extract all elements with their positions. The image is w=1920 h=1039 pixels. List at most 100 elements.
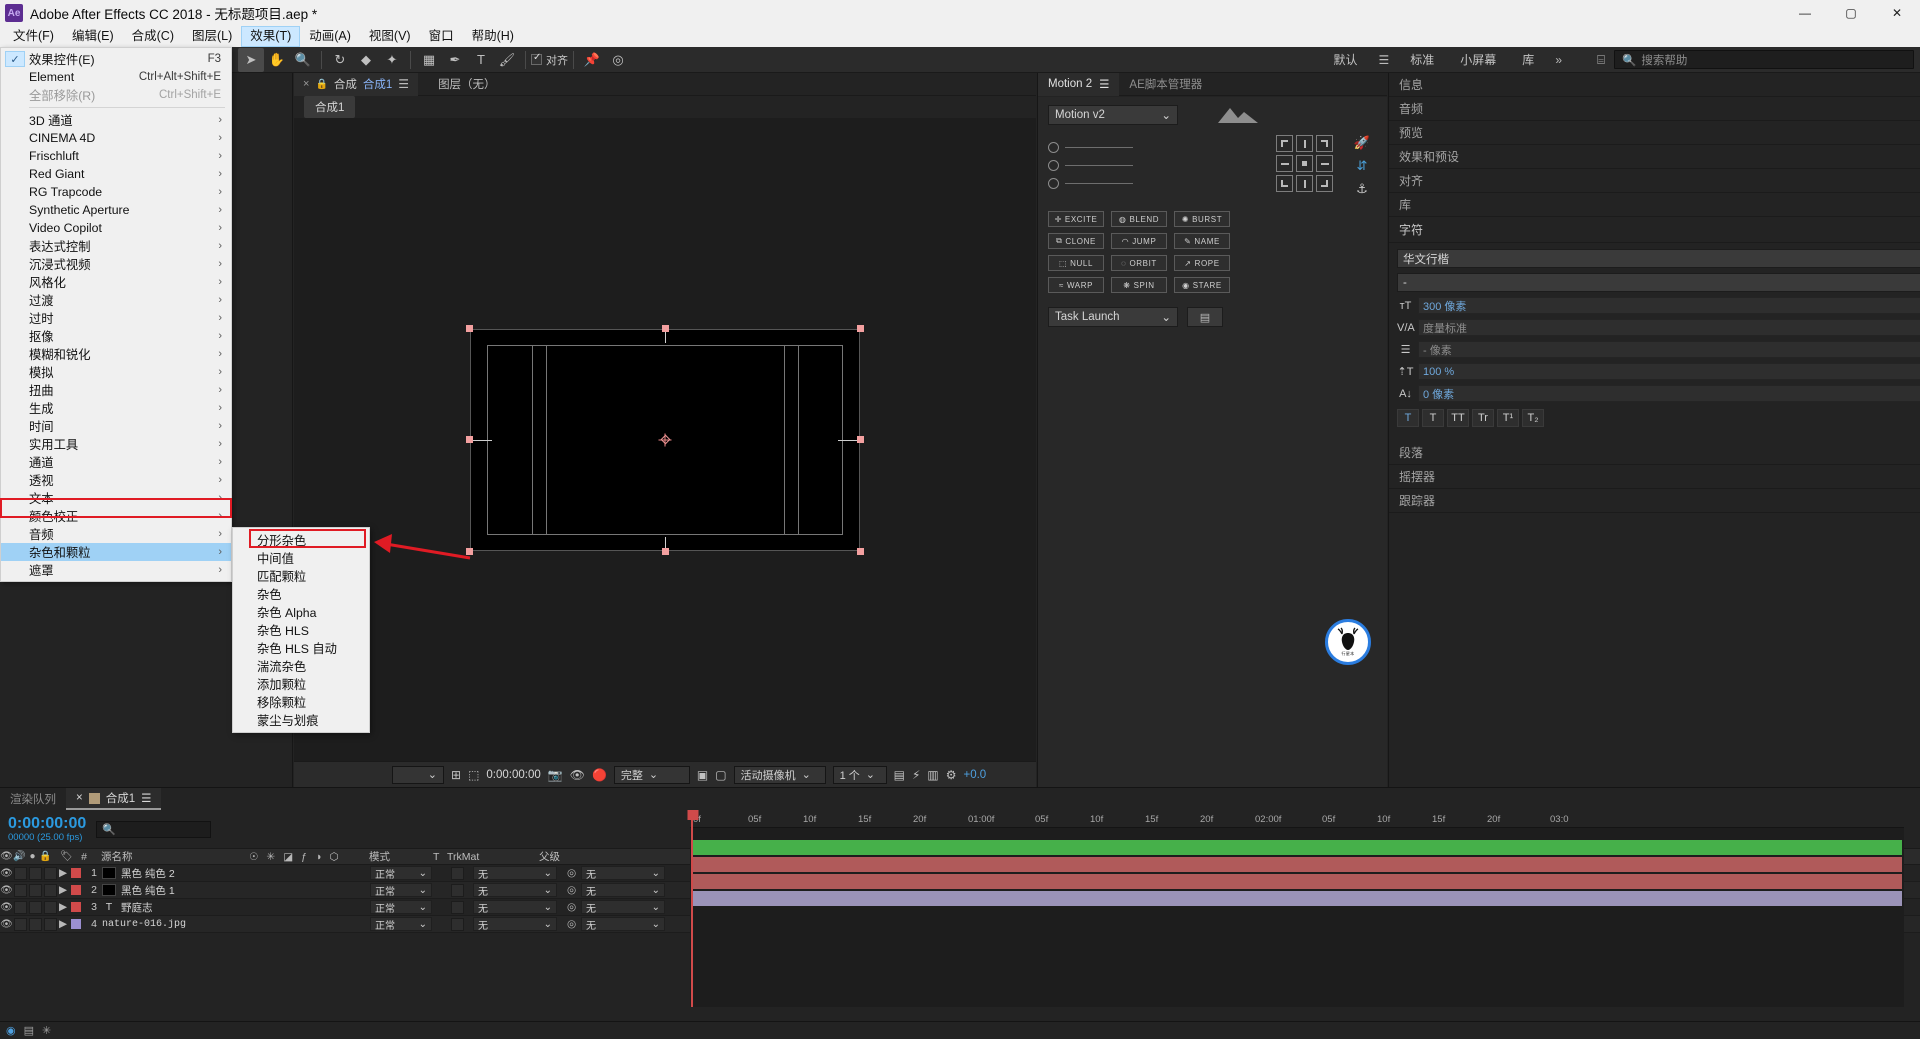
layer-parent-select[interactable]: 无⌄ <box>581 900 665 914</box>
breadcrumb-comp1[interactable]: 合成1 <box>304 96 355 118</box>
playhead-handle[interactable] <box>688 810 699 820</box>
layer-visibility-toggle[interactable]: 👁 <box>0 868 13 879</box>
menu-item-expression-controls[interactable]: 表达式控制› <box>1 237 231 255</box>
close-icon[interactable]: × <box>303 78 309 90</box>
menu-item-synthetic-aperture[interactable]: Synthetic Aperture› <box>1 201 231 219</box>
layer-parent-select[interactable]: 无⌄ <box>581 883 665 897</box>
submenu-item-fractal-noise[interactable]: 分形杂色 <box>233 531 369 549</box>
pixel-aspect-icon[interactable]: ▤ <box>894 768 905 782</box>
timeline-graph[interactable]: 0f 05f 10f 15f 20f 01:00f 05f 10f 15f 20… <box>690 810 1904 1007</box>
menu-item-time[interactable]: 时间› <box>1 417 231 435</box>
menu-item-rg-trapcode[interactable]: RG Trapcode› <box>1 183 231 201</box>
close-icon[interactable]: × <box>76 792 83 804</box>
parent-pickwhip-icon[interactable]: ◎ <box>567 918 581 930</box>
menu-item-color-correction[interactable]: 颜色校正› <box>1 507 231 525</box>
sidebar-tab-tracker[interactable]: 跟踪器 <box>1389 489 1920 513</box>
layer-visibility-toggle[interactable]: 👁 <box>0 902 13 913</box>
layer-source-name[interactable]: 黑色 纯色 2 <box>102 866 250 881</box>
layer-bar-2[interactable] <box>692 857 1902 872</box>
all-caps-button[interactable]: TT <box>1447 409 1469 427</box>
font-style-select[interactable]: - ⌄ <box>1397 273 1920 292</box>
playhead[interactable] <box>691 810 693 1007</box>
layer-audio-toggle[interactable] <box>14 901 27 914</box>
layer-bar-3[interactable] <box>692 874 1902 889</box>
submenu-item-dust-scratches[interactable]: 蒙尘与划痕 <box>233 711 369 729</box>
motion-version-select[interactable]: Motion v2 ⌄ <box>1048 105 1178 125</box>
menu-item-audio[interactable]: 音频› <box>1 525 231 543</box>
layer-trkmat-select[interactable]: 无⌄ <box>473 866 557 880</box>
transform-handle-bl[interactable] <box>466 548 473 555</box>
spin-button[interactable]: ❋SPIN <box>1111 277 1167 293</box>
menu-item-element[interactable]: Element Ctrl+Alt+Shift+E <box>1 68 231 86</box>
layer-label-color[interactable] <box>71 902 81 912</box>
selection-tool-icon[interactable]: ➤ <box>238 48 264 72</box>
layer-trkmat-toggle[interactable] <box>451 884 464 897</box>
flip-vertical-icon[interactable]: ⇵ <box>1357 158 1368 174</box>
panel-menu-icon[interactable]: ☰ <box>141 791 151 805</box>
transform-handle-ml[interactable] <box>466 436 473 443</box>
jump-button[interactable]: ◠JUMP <box>1111 233 1167 249</box>
stroke-width-field[interactable]: - 像素 ⌄ <box>1418 341 1920 358</box>
menu-item-utility[interactable]: 实用工具› <box>1 435 231 453</box>
transform-handle-mr[interactable] <box>857 436 864 443</box>
layer-lock-toggle[interactable] <box>44 867 57 880</box>
transform-handle-tl[interactable] <box>466 325 473 332</box>
layer-lock-toggle[interactable] <box>44 918 57 931</box>
sidebar-tab-paragraph[interactable]: 段落 <box>1389 441 1920 465</box>
burst-button[interactable]: ✺BURST <box>1174 211 1230 227</box>
menu-item-distort[interactable]: 扭曲› <box>1 381 231 399</box>
warp-button[interactable]: ≈WARP <box>1048 277 1104 293</box>
menu-item-keying[interactable]: 抠像› <box>1 327 231 345</box>
anchor-point-icon[interactable] <box>659 433 672 446</box>
pan-behind-tool-icon[interactable]: ✦ <box>379 48 405 72</box>
small-caps-button[interactable]: Tr <box>1472 409 1494 427</box>
submenu-item-add-grain[interactable]: 添加颗粒 <box>233 675 369 693</box>
stare-button[interactable]: ◉STARE <box>1174 277 1230 293</box>
menu-item-text[interactable]: 文本› <box>1 489 231 507</box>
layer-expand-icon[interactable]: ▶ <box>58 901 68 913</box>
submenu-item-remove-grain[interactable]: 移除颗粒 <box>233 693 369 711</box>
workspace-smallscreen[interactable]: 小屏幕 <box>1447 48 1509 71</box>
anchor-slider-3[interactable] <box>1048 178 1276 189</box>
rotation-tool-icon[interactable]: ↻ <box>327 48 353 72</box>
layer-label-color[interactable] <box>71 868 81 878</box>
layer-mode-select[interactable]: 正常⌄ <box>370 917 432 931</box>
submenu-item-noise[interactable]: 杂色 <box>233 585 369 603</box>
layer-trkmat-toggle[interactable] <box>451 918 464 931</box>
sidebar-tab-library[interactable]: 库 <box>1389 193 1920 217</box>
layer-trkmat-toggle[interactable] <box>451 867 464 880</box>
anchor-icon[interactable]: ⚓ <box>1356 181 1368 197</box>
menu-item-frischluft[interactable]: Frischluft› <box>1 147 231 165</box>
pen-tool-icon[interactable]: ✒ <box>442 48 468 72</box>
anchor-slider-1[interactable] <box>1048 142 1276 153</box>
camera-select[interactable]: 活动摄像机 ⌄ <box>734 766 826 784</box>
anchor-bc-button[interactable] <box>1296 175 1313 192</box>
layer-parent-select[interactable]: 无⌄ <box>581 917 665 931</box>
exposure-value[interactable]: +0.0 <box>963 769 986 781</box>
layer-lock-toggle[interactable] <box>44 884 57 897</box>
comp-flowchart-icon[interactable]: ⚙ <box>946 768 957 782</box>
menu-item-simulation[interactable]: 模拟› <box>1 363 231 381</box>
sidebar-tab-align[interactable]: 对齐 <box>1389 169 1920 193</box>
magnification-select[interactable]: ⌄ <box>392 766 444 784</box>
layer-solo-toggle[interactable] <box>29 884 42 897</box>
menu-view[interactable]: 视图(V) <box>360 26 420 47</box>
menu-item-perspective[interactable]: 透视› <box>1 471 231 489</box>
transform-handle-bc[interactable] <box>662 548 669 555</box>
fast-preview-icon[interactable]: ⚡ <box>912 768 920 782</box>
menu-item-video-copilot[interactable]: Video Copilot› <box>1 219 231 237</box>
snapping-control[interactable]: 对齐 <box>531 52 568 68</box>
null-button[interactable]: ⬚NULL <box>1048 255 1104 271</box>
layer-visibility-toggle[interactable]: 👁 <box>0 885 13 896</box>
channel-icon[interactable]: 🔴 <box>592 768 607 782</box>
timeline-ruler[interactable]: 0f 05f 10f 15f 20f 01:00f 05f 10f 15f 20… <box>690 810 1904 828</box>
menu-item-stylize[interactable]: 风格化› <box>1 273 231 291</box>
layer-audio-toggle[interactable] <box>14 918 27 931</box>
submenu-item-noise-hls-auto[interactable]: 杂色 HLS 自动 <box>233 639 369 657</box>
layer-trkmat-select[interactable]: 无⌄ <box>473 900 557 914</box>
anchor-tr-button[interactable] <box>1316 135 1333 152</box>
baseline-shift-field[interactable]: 0 像素 ⌄ <box>1418 385 1920 402</box>
menu-edit[interactable]: 编辑(E) <box>63 26 123 47</box>
font-size-field[interactable]: 300 像素 ⌄ <box>1418 297 1920 314</box>
sidebar-tab-preview[interactable]: 预览 <box>1389 121 1920 145</box>
